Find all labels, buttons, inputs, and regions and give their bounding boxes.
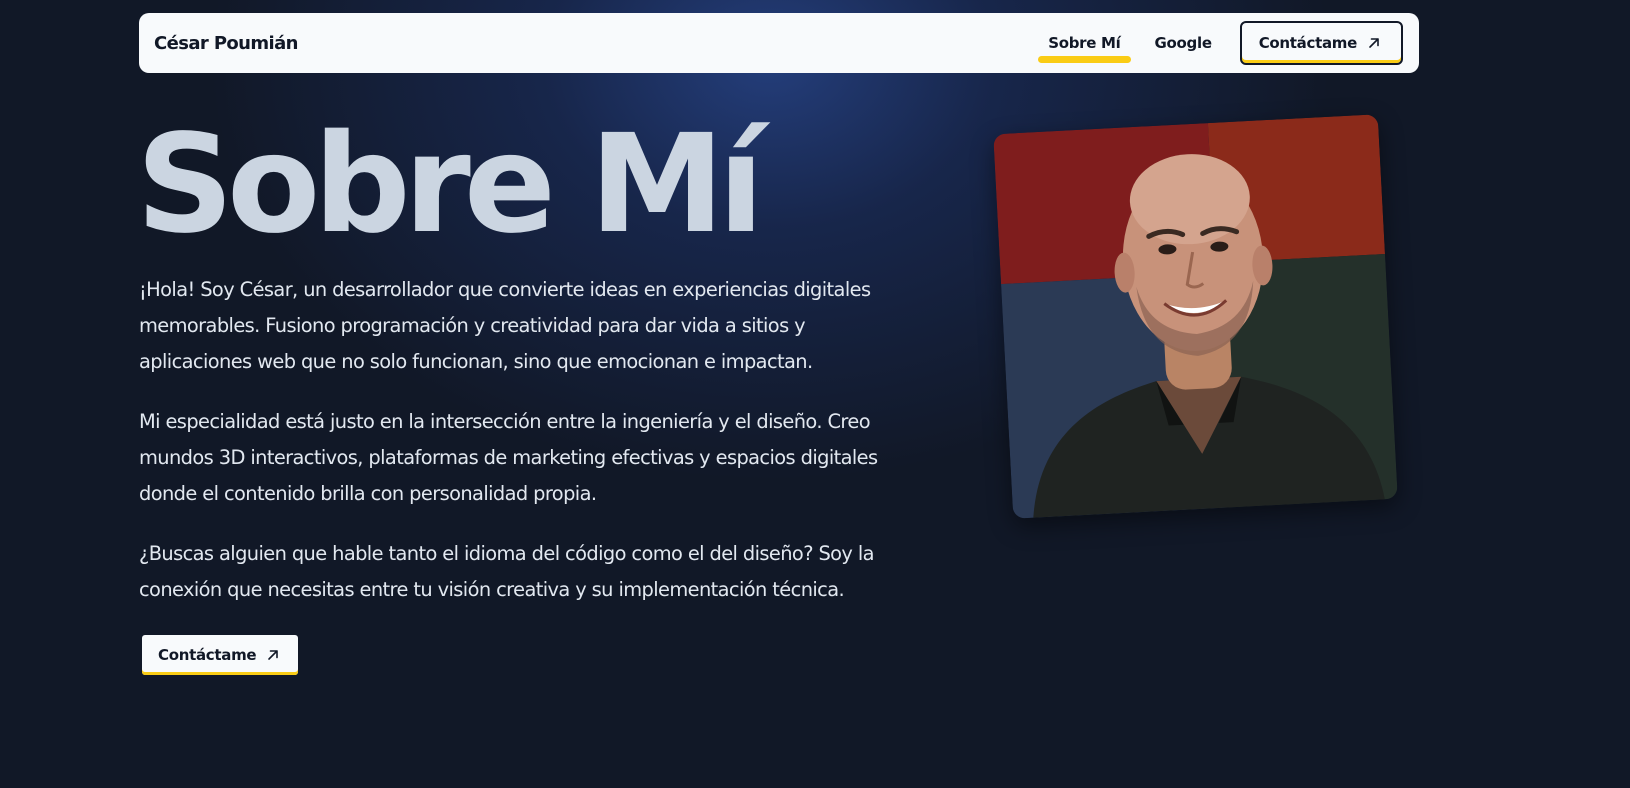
nav-contact-label: Contáctame [1258,34,1358,52]
about-paragraph-2: Mi especialidad está justo en la interse… [139,410,878,505]
arrow-up-right-icon [1369,38,1379,48]
arrow-up-right-icon [268,650,279,660]
nav-link-google[interactable]: Google [1143,30,1224,56]
page-title: Sobre Mí [136,106,764,264]
about-paragraph-3: ¿Buscas alguien que hable tanto el idiom… [139,542,875,601]
about-text: ¡Hola! Soy César, un desarrollador que c… [139,272,919,632]
hero-contact-label: Contáctame [158,646,257,664]
hero-contact-button[interactable]: Contáctame [142,635,299,675]
nav-link-sobre-mi[interactable]: Sobre Mí [1036,30,1132,63]
about-paragraph-1: ¡Hola! Soy César, un desarrollador que c… [139,278,871,373]
navbar: César Poumián Sobre Mí Google Contáctame [139,13,1419,73]
profile-photo [993,114,1398,519]
brand-logo[interactable]: César Poumián [154,33,298,54]
nav-links: Sobre Mí Google Contáctame [1036,21,1403,65]
nav-contact-button[interactable]: Contáctame [1239,21,1403,65]
portrait-photo [993,114,1398,519]
